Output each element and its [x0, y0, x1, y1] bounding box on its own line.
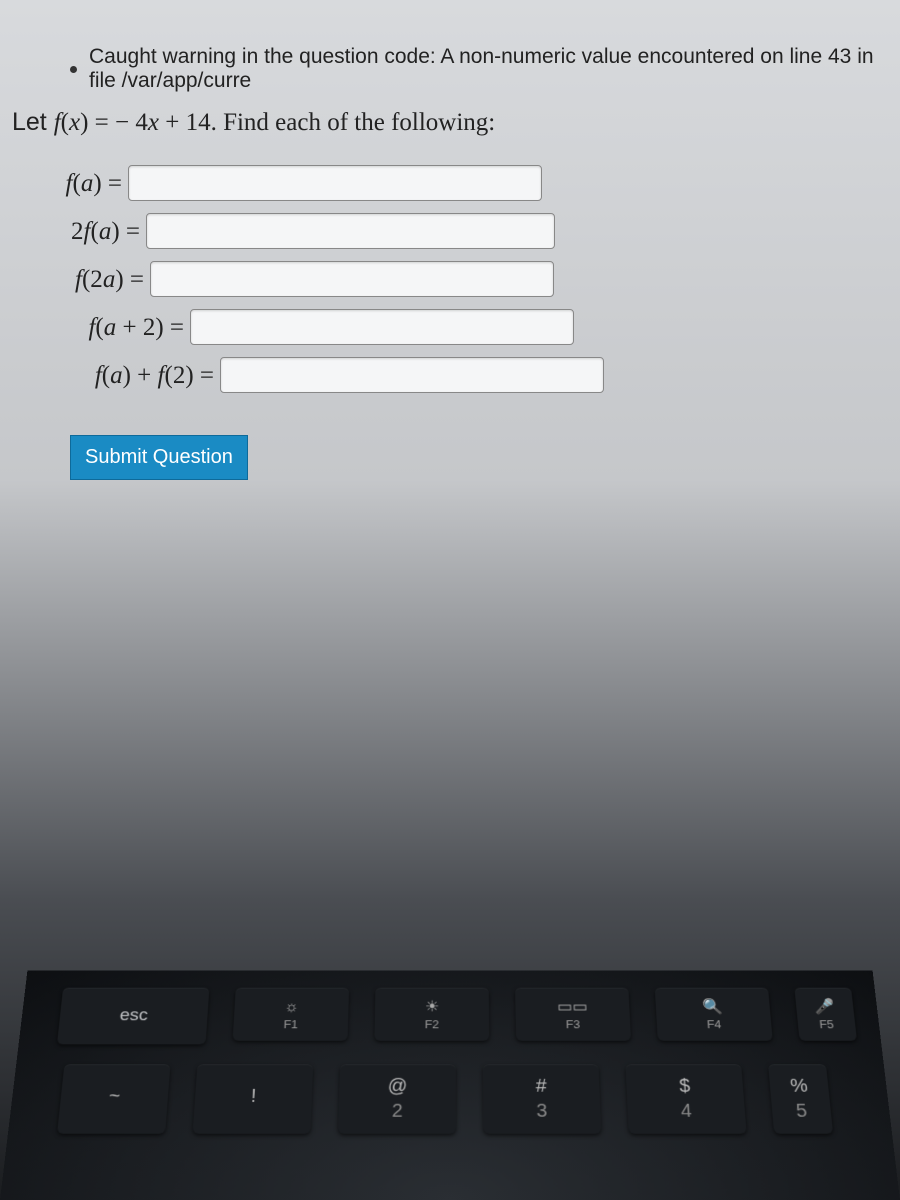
- key-3-bot: 3: [536, 1100, 547, 1121]
- q-paren: (: [61, 109, 69, 136]
- answer-rows: f(a) = 2f(a) = f(2a) = f(a + 2) = f(a) +…: [40, 165, 890, 393]
- key-5-bot: 5: [795, 1100, 808, 1121]
- key-2: @ 2: [338, 1064, 456, 1133]
- key-f5: 🎤 F5: [794, 988, 857, 1041]
- key-f1-label: F1: [283, 1017, 298, 1030]
- key-5-top: %: [789, 1076, 808, 1097]
- key-1-top: !: [250, 1086, 257, 1107]
- key-1: !: [193, 1064, 314, 1133]
- input-fa2[interactable]: [190, 309, 574, 345]
- label-f2a: f(2a) =: [40, 265, 150, 294]
- q-eq: = − 4: [88, 109, 147, 136]
- mic-icon: 🎤: [814, 998, 836, 1016]
- answer-row-fa: f(a) =: [40, 165, 890, 201]
- key-2-bot: 2: [392, 1100, 403, 1121]
- key-4-bot: 4: [680, 1100, 692, 1121]
- mission-control-icon: ▭▭: [557, 998, 588, 1016]
- q-rest: + 14. Find each of the following:: [159, 109, 495, 136]
- label-fa: f(a) =: [40, 169, 128, 198]
- key-5: % 5: [768, 1064, 833, 1133]
- label-2fa: 2f(a) =: [40, 217, 146, 246]
- key-2-top: @: [388, 1076, 408, 1097]
- input-2fa[interactable]: [146, 213, 555, 249]
- key-f5-label: F5: [819, 1017, 835, 1030]
- answer-row-f2a: f(2a) =: [40, 261, 890, 297]
- search-icon: 🔍: [702, 998, 723, 1016]
- key-f2-label: F2: [425, 1017, 440, 1030]
- answer-row-2fa: 2f(a) =: [40, 213, 890, 249]
- q-var2: x: [148, 109, 159, 136]
- input-fa[interactable]: [128, 165, 542, 201]
- submit-button[interactable]: Submit Question: [70, 435, 248, 480]
- label-fa2: f(a + 2) =: [40, 313, 190, 342]
- key-4-top: $: [679, 1076, 691, 1097]
- key-esc-label: esc: [119, 1006, 149, 1025]
- label-faf2: f(a) + f(2) =: [40, 361, 220, 390]
- key-esc: esc: [57, 988, 209, 1045]
- key-f4: 🔍 F4: [655, 988, 773, 1041]
- q-prefix: Let: [12, 108, 54, 136]
- q-fn: f: [54, 109, 61, 136]
- brightness-down-icon: ☼: [284, 998, 300, 1016]
- key-f4-label: F4: [706, 1017, 721, 1030]
- key-f1: ☼ F1: [233, 988, 349, 1041]
- warning-text: Caught warning in the question code: A n…: [89, 45, 890, 93]
- key-3-top: #: [536, 1076, 547, 1097]
- key-tilde: ~: [57, 1064, 170, 1133]
- key-f3-label: F3: [566, 1017, 581, 1030]
- input-f2a[interactable]: [150, 261, 554, 297]
- input-faf2[interactable]: [220, 357, 604, 393]
- key-4: $ 4: [625, 1064, 746, 1133]
- key-f3: ▭▭ F3: [515, 988, 631, 1041]
- brightness-up-icon: ☀: [425, 998, 440, 1016]
- key-f2: ☀ F2: [374, 988, 489, 1041]
- answer-row-fa2: f(a + 2) =: [40, 309, 890, 345]
- physical-keyboard: esc ☼ F1 ☀ F2 ▭▭ F3 🔍 F4 🎤 F5 ~ ! @: [0, 970, 900, 1200]
- bullet-icon: [70, 66, 77, 73]
- question-prompt: Let f(x) = − 4x + 14. Find each of the f…: [12, 108, 890, 137]
- key-3: # 3: [483, 1064, 602, 1133]
- answer-row-faf2: f(a) + f(2) =: [40, 357, 890, 393]
- warning-message: Caught warning in the question code: A n…: [70, 45, 890, 93]
- q-arg: x: [69, 109, 80, 136]
- key-tilde-top: ~: [108, 1086, 121, 1107]
